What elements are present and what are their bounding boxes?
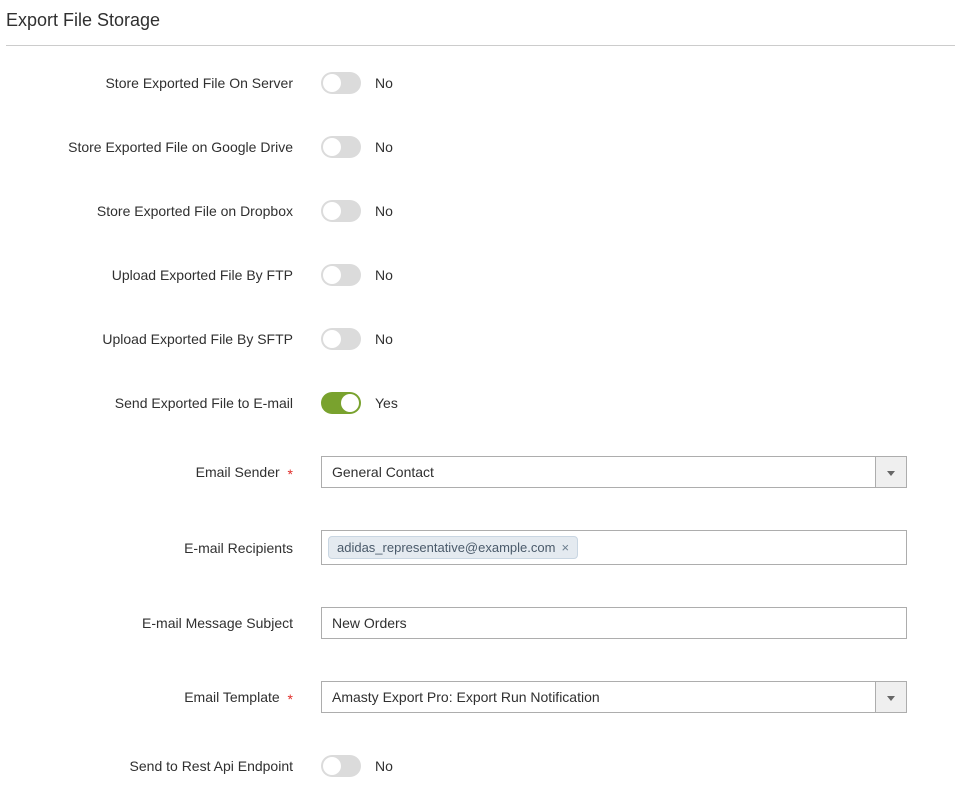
toggle-send-email[interactable]: [321, 392, 361, 414]
recipient-tag-text: adidas_representative@example.com: [337, 540, 555, 555]
label-upload-ftp: Upload Exported File By FTP: [6, 267, 321, 283]
recipient-tag[interactable]: adidas_representative@example.com ×: [328, 536, 578, 559]
tag-remove-icon[interactable]: ×: [561, 540, 569, 555]
label-email-sender: Email Sender *: [6, 464, 321, 480]
row-upload-sftp: Upload Exported File By SFTP No: [6, 328, 955, 350]
select-email-sender[interactable]: General Contact: [321, 456, 907, 488]
required-star-icon: *: [288, 466, 293, 482]
label-store-server: Store Exported File On Server: [6, 75, 321, 91]
input-email-recipients[interactable]: adidas_representative@example.com ×: [321, 530, 907, 565]
toggle-upload-sftp[interactable]: [321, 328, 361, 350]
select-email-template[interactable]: Amasty Export Pro: Export Run Notificati…: [321, 681, 907, 713]
required-star-icon: *: [288, 691, 293, 707]
row-store-gdrive: Store Exported File on Google Drive No: [6, 136, 955, 158]
toggle-upload-ftp-text: No: [375, 267, 393, 283]
row-email-recipients: E-mail Recipients adidas_representative@…: [6, 530, 955, 565]
select-email-sender-caret[interactable]: [875, 456, 907, 488]
label-store-gdrive: Store Exported File on Google Drive: [6, 139, 321, 155]
label-rest-api: Send to Rest Api Endpoint: [6, 758, 321, 774]
select-email-template-value: Amasty Export Pro: Export Run Notificati…: [321, 681, 875, 713]
label-send-email: Send Exported File to E-mail: [6, 395, 321, 411]
chevron-down-icon: [887, 463, 895, 481]
label-upload-sftp: Upload Exported File By SFTP: [6, 331, 321, 347]
toggle-rest-api[interactable]: [321, 755, 361, 777]
label-email-recipients: E-mail Recipients: [6, 540, 321, 556]
toggle-store-dropbox-text: No: [375, 203, 393, 219]
row-email-template: Email Template * Amasty Export Pro: Expo…: [6, 681, 955, 713]
toggle-store-dropbox[interactable]: [321, 200, 361, 222]
row-send-email: Send Exported File to E-mail Yes: [6, 392, 955, 414]
toggle-upload-sftp-text: No: [375, 331, 393, 347]
row-upload-ftp: Upload Exported File By FTP No: [6, 264, 955, 286]
row-store-dropbox: Store Exported File on Dropbox No: [6, 200, 955, 222]
row-store-server: Store Exported File On Server No: [6, 72, 955, 94]
select-email-template-caret[interactable]: [875, 681, 907, 713]
row-email-subject: E-mail Message Subject: [6, 607, 955, 639]
input-email-subject[interactable]: [321, 607, 907, 639]
toggle-store-gdrive[interactable]: [321, 136, 361, 158]
label-email-template-text: Email Template: [184, 689, 279, 705]
row-rest-api: Send to Rest Api Endpoint No: [6, 755, 955, 777]
toggle-send-email-text: Yes: [375, 395, 398, 411]
toggle-store-server[interactable]: [321, 72, 361, 94]
label-store-dropbox: Store Exported File on Dropbox: [6, 203, 321, 219]
label-email-sender-text: Email Sender: [196, 464, 280, 480]
select-email-sender-value: General Contact: [321, 456, 875, 488]
toggle-store-server-text: No: [375, 75, 393, 91]
toggle-upload-ftp[interactable]: [321, 264, 361, 286]
toggle-rest-api-text: No: [375, 758, 393, 774]
label-email-template: Email Template *: [6, 689, 321, 705]
row-email-sender: Email Sender * General Contact: [6, 456, 955, 488]
chevron-down-icon: [887, 688, 895, 706]
section-title: Export File Storage: [6, 0, 955, 46]
label-email-subject: E-mail Message Subject: [6, 615, 321, 631]
toggle-store-gdrive-text: No: [375, 139, 393, 155]
